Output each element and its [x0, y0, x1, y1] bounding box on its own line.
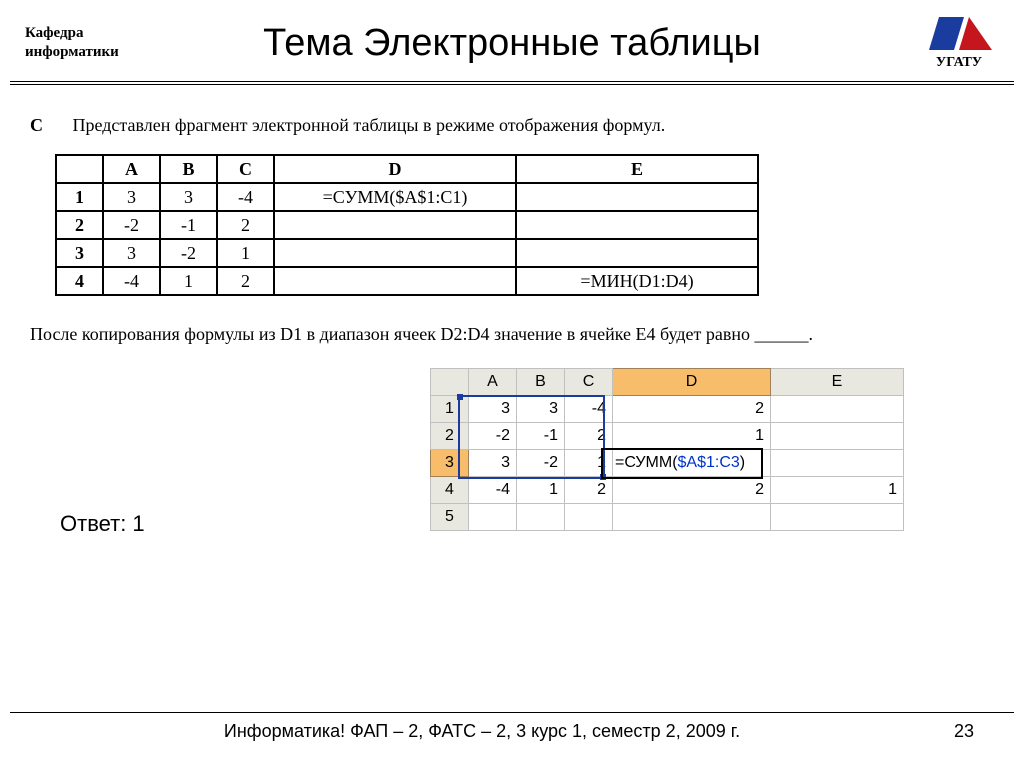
table-row: 4 -4 1 2 =МИН(D1:D4) [56, 267, 758, 295]
department-label: Кафедра информатики [25, 24, 145, 63]
problem-intro: C Представлен фрагмент электронной табли… [30, 115, 994, 136]
logo: УГАТУ [919, 15, 999, 71]
active-formula-cell: =СУММ($A$1:C3) [613, 450, 771, 477]
th-a: A [103, 155, 160, 183]
th-e: E [516, 155, 758, 183]
footer-text: Информатика! ФАП – 2, ФАТС – 2, 3 курс 1… [50, 721, 914, 742]
table-row: 2 -2 -1 2 [56, 211, 758, 239]
th-c: C [217, 155, 274, 183]
excel-row: 3 3 -2 1 =СУММ($A$1:C3) [431, 450, 904, 477]
excel-row: 2 -2 -1 2 1 [431, 423, 904, 450]
slide-header: Кафедра информатики Тема Электронные таб… [0, 0, 1024, 81]
table-row: 3 3 -2 1 [56, 239, 758, 267]
selected-row-header: 3 [431, 450, 469, 477]
formula-table: A B C D E 1 3 3 -4 =СУММ($A$1:C1) 2 -2 -… [55, 154, 759, 296]
excel-row: 5 [431, 504, 904, 531]
problem-label: C [30, 115, 43, 135]
th-blank [56, 155, 103, 183]
selected-column-header: D [613, 369, 771, 396]
slide-title: Тема Электронные таблицы [145, 22, 919, 65]
th-b: B [160, 155, 217, 183]
slide-footer: Информатика! ФАП – 2, ФАТС – 2, 3 курс 1… [10, 704, 1014, 742]
th-d: D [274, 155, 516, 183]
excel-screenshot: A B C D E 1 3 3 -4 2 2 -2 -1 2 1 [30, 368, 994, 531]
table-row: 1 3 3 -4 =СУММ($A$1:C1) [56, 183, 758, 211]
problem-text: После копирования формулы из D1 в диапаз… [30, 321, 994, 348]
excel-row: 4 -4 1 2 2 1 [431, 477, 904, 504]
excel-table: A B C D E 1 3 3 -4 2 2 -2 -1 2 1 [430, 368, 904, 531]
page-number: 23 [914, 721, 974, 742]
logo-icon [919, 15, 999, 55]
footer-divider [10, 712, 1014, 713]
excel-row: 1 3 3 -4 2 [431, 396, 904, 423]
